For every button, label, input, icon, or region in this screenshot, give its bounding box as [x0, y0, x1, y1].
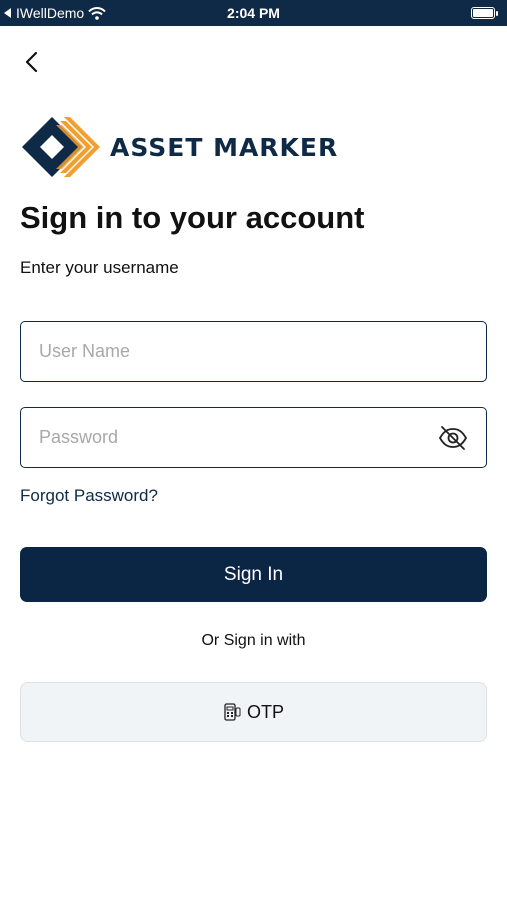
status-bar: IWellDemo 2:04 PM [0, 0, 507, 26]
page-title: Sign in to your account [20, 200, 365, 235]
forgot-password-link[interactable]: Forgot Password? [20, 486, 158, 506]
eye-off-icon [438, 426, 468, 450]
username-input[interactable] [39, 322, 439, 380]
battery-icon [471, 7, 498, 19]
logo-text: ASSET MARKER [110, 132, 339, 162]
chevron-left-icon [25, 51, 38, 73]
toggle-password-visibility[interactable] [438, 424, 468, 452]
password-field[interactable] [20, 407, 487, 468]
otp-label: OTP [246, 701, 284, 722]
alt-signin-label: Or Sign in with [201, 632, 306, 649]
otp-signin-button[interactable]: OTP [20, 682, 487, 742]
sign-in-button[interactable]: Sign In [20, 547, 487, 602]
page-subtitle: Enter your username [20, 258, 179, 277]
password-input[interactable] [39, 408, 439, 466]
username-field[interactable] [20, 321, 487, 382]
app-logo: ASSET MARKER [20, 115, 338, 179]
status-time: 2:04 PM [227, 5, 280, 21]
otp-device-icon [224, 703, 241, 721]
asset-marker-logo-icon [22, 117, 100, 177]
back-button[interactable] [18, 48, 46, 76]
